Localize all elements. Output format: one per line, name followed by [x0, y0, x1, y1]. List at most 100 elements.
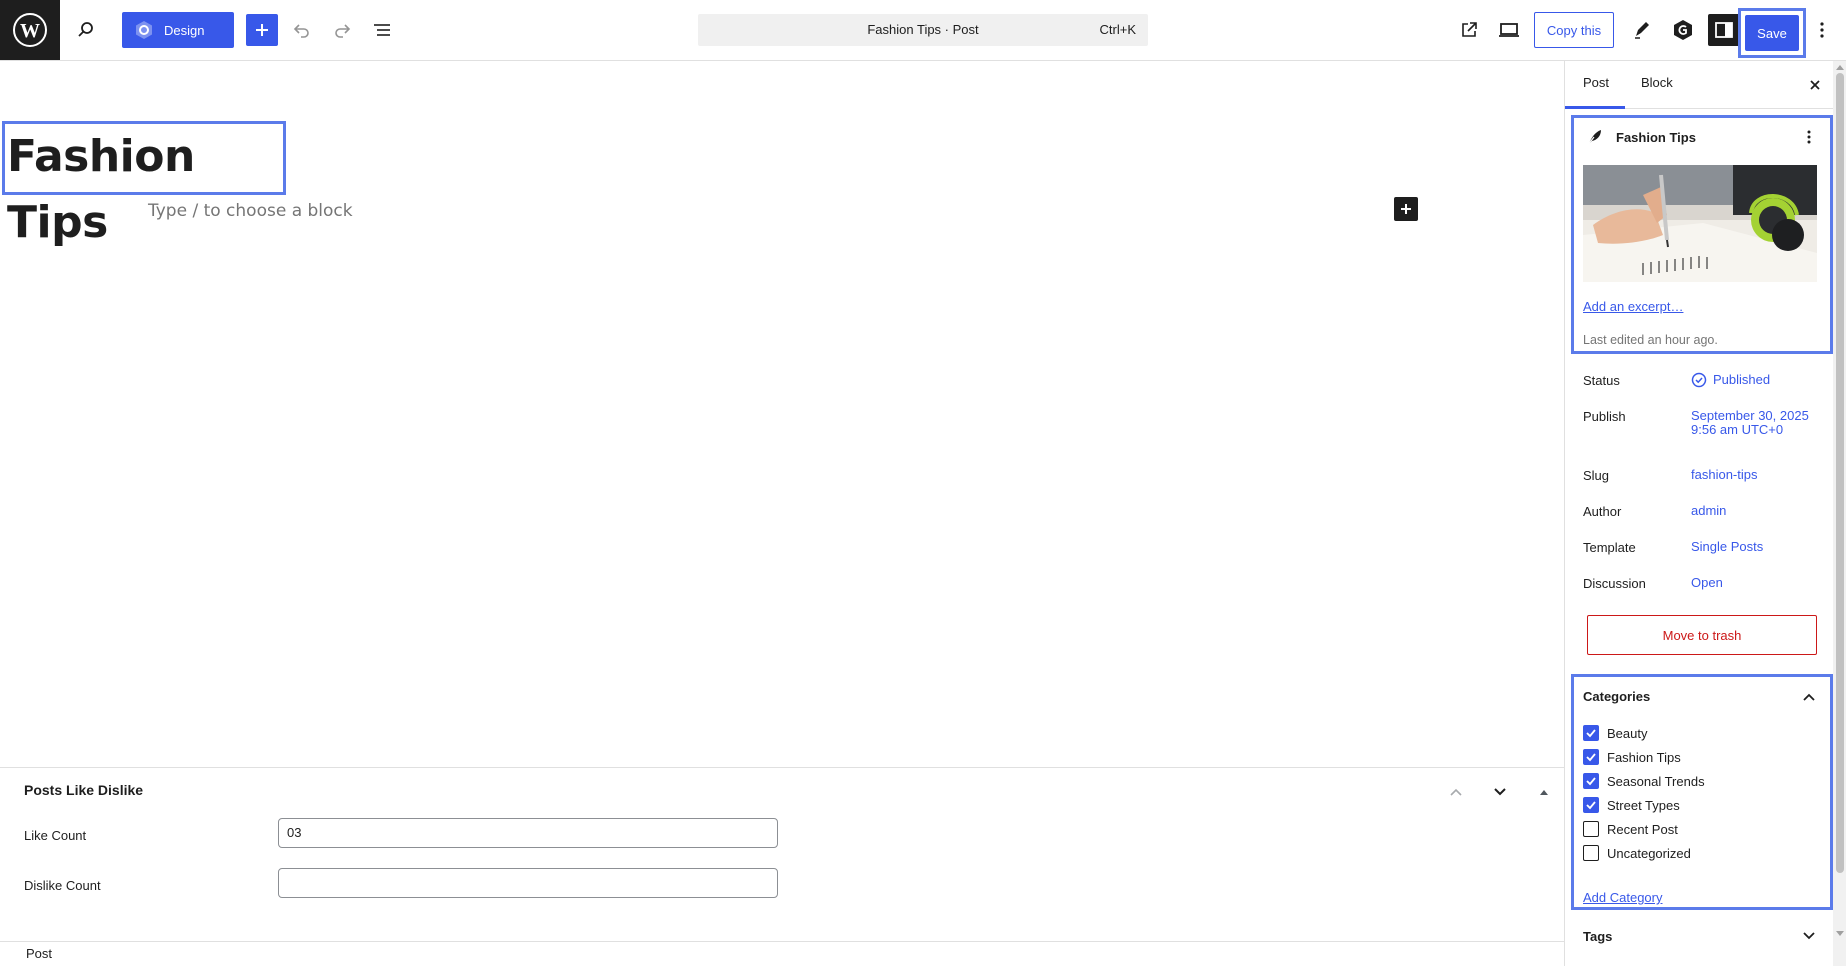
design-button[interactable]: Design — [122, 12, 234, 48]
block-inserter-inline-button[interactable] — [1394, 197, 1418, 221]
checkbox-checked[interactable] — [1583, 725, 1599, 741]
block-inserter-button[interactable] — [246, 14, 278, 46]
published-check-icon — [1691, 372, 1707, 388]
categories-title[interactable]: Categories — [1583, 689, 1650, 704]
category-label: Beauty — [1607, 725, 1648, 741]
pen-icon[interactable] — [1626, 14, 1658, 46]
tags-panel-title[interactable]: Tags — [1583, 929, 1612, 944]
checkbox-unchecked[interactable] — [1583, 845, 1599, 861]
check-icon — [1586, 777, 1596, 786]
category-recent-post[interactable]: Recent Post — [1583, 820, 1678, 838]
editor-header: W Design Fashion Tips · Post Ctrl+K Copy… — [0, 0, 1846, 61]
category-label: Uncategorized — [1607, 845, 1691, 861]
discussion-value[interactable]: Open — [1691, 576, 1811, 590]
dislike-count-label: Dislike Count — [24, 878, 101, 893]
meta-key: Author — [1583, 504, 1622, 519]
checkbox-checked[interactable] — [1583, 797, 1599, 813]
posts-like-dislike-metabox: Posts Like Dislike Like Count 03 Dislike… — [0, 767, 1564, 941]
status-value-label: Published — [1713, 372, 1771, 387]
meta-key: Template — [1583, 540, 1636, 555]
chevron-up-icon[interactable] — [1802, 689, 1816, 707]
scrollbar-thumb[interactable] — [1836, 73, 1844, 873]
meta-key: Discussion — [1583, 576, 1646, 591]
move-down-icon[interactable] — [1488, 780, 1512, 804]
category-street-types[interactable]: Street Types — [1583, 796, 1680, 814]
post-summary-title: Fashion Tips — [1616, 130, 1696, 145]
dislike-count-input[interactable] — [278, 868, 778, 898]
template-value[interactable]: Single Posts — [1691, 540, 1811, 554]
device-preview-icon[interactable] — [1493, 14, 1525, 46]
block-breadcrumb-bar: Post — [0, 941, 1564, 966]
summary-options-kebab-icon[interactable] — [1806, 128, 1812, 151]
check-icon — [1586, 729, 1596, 738]
category-label: Fashion Tips — [1607, 749, 1681, 765]
category-label: Street Types — [1607, 797, 1680, 813]
category-uncategorized[interactable]: Uncategorized — [1583, 844, 1691, 862]
save-button[interactable]: Save — [1745, 15, 1799, 51]
meta-key: Slug — [1583, 468, 1610, 483]
options-kebab-icon[interactable] — [1806, 14, 1838, 46]
command-palette-bar[interactable]: Fashion Tips · Post Ctrl+K — [698, 14, 1148, 46]
category-label: Seasonal Trends — [1607, 773, 1705, 789]
tab-post[interactable]: Post — [1583, 75, 1609, 90]
search-icon[interactable] — [70, 14, 102, 46]
close-icon[interactable] — [1803, 73, 1827, 97]
metabox-title: Posts Like Dislike — [24, 782, 144, 798]
sidebar-tabs: Post Block — [1565, 61, 1846, 109]
design-logo-icon — [136, 21, 152, 39]
chevron-down-icon[interactable] — [1799, 926, 1819, 946]
category-label: Recent Post — [1607, 821, 1678, 837]
tab-block[interactable]: Block — [1641, 75, 1673, 90]
add-excerpt-link[interactable]: Add an excerpt… — [1583, 299, 1683, 314]
post-title[interactable]: Fashion Tips — [2, 121, 286, 248]
sidebar-icon — [1715, 22, 1733, 38]
checkbox-checked[interactable] — [1583, 749, 1599, 765]
like-count-label: Like Count — [24, 828, 87, 843]
active-tab-indicator — [1565, 106, 1625, 109]
like-count-input[interactable]: 03 — [278, 818, 778, 848]
plus-icon — [256, 24, 268, 36]
author-value[interactable]: admin — [1691, 504, 1811, 518]
sidebar-scrollbar[interactable] — [1833, 61, 1846, 966]
copy-this-button[interactable]: Copy this — [1534, 12, 1614, 48]
meta-key: Status — [1583, 373, 1620, 388]
checkbox-unchecked[interactable] — [1583, 821, 1599, 837]
status-value[interactable]: Published — [1691, 372, 1811, 388]
document-overview-icon[interactable] — [366, 14, 398, 46]
move-up-icon[interactable] — [1444, 780, 1468, 804]
featured-image[interactable] — [1583, 165, 1817, 282]
breadcrumb-post[interactable]: Post — [26, 946, 52, 961]
command-shortcut: Ctrl+K — [1099, 22, 1136, 37]
slug-value[interactable]: fashion-tips — [1691, 468, 1811, 482]
post-feather-icon — [1586, 128, 1604, 151]
collapse-toggle-icon[interactable] — [1532, 780, 1556, 804]
categories-panel: Categories Beauty Fashion Tips Seasonal … — [1571, 674, 1833, 910]
plugin-hexagon-icon[interactable] — [1667, 14, 1699, 46]
svg-text:W: W — [20, 20, 40, 42]
scroll-down-arrow-icon[interactable] — [1836, 929, 1844, 937]
settings-sidebar: Post Block Fashion Tips Add an excerpt… … — [1564, 61, 1846, 966]
category-fashion-tips[interactable]: Fashion Tips — [1583, 748, 1681, 766]
post-summary-panel: Fashion Tips Add an excerpt… Last edited… — [1571, 115, 1833, 354]
plus-icon — [1401, 204, 1411, 214]
move-to-trash-button[interactable]: Move to trash — [1587, 615, 1817, 655]
last-edited-text: Last edited an hour ago. — [1583, 333, 1718, 347]
wordpress-logo-icon[interactable]: W — [0, 0, 60, 60]
meta-key: Publish — [1583, 409, 1626, 424]
editor-canvas: Fashion Tips Type / to choose a block — [0, 61, 1564, 767]
category-beauty[interactable]: Beauty — [1583, 724, 1647, 742]
document-title: Fashion Tips · Post — [867, 22, 979, 37]
view-post-icon[interactable] — [1453, 14, 1485, 46]
scroll-up-arrow-icon[interactable] — [1836, 64, 1844, 72]
save-highlight: Save — [1738, 8, 1806, 58]
settings-sidebar-toggle[interactable] — [1708, 14, 1740, 46]
undo-icon[interactable] — [286, 14, 318, 46]
design-button-label: Design — [164, 22, 205, 38]
checkbox-checked[interactable] — [1583, 773, 1599, 789]
add-category-link[interactable]: Add Category — [1583, 890, 1663, 905]
publish-date-value[interactable]: September 30, 2025 9:56 am UTC+0 — [1691, 409, 1811, 437]
check-icon — [1586, 753, 1596, 762]
block-placeholder[interactable]: Type / to choose a block — [148, 201, 353, 221]
category-seasonal-trends[interactable]: Seasonal Trends — [1583, 772, 1705, 790]
redo-icon[interactable] — [326, 14, 358, 46]
